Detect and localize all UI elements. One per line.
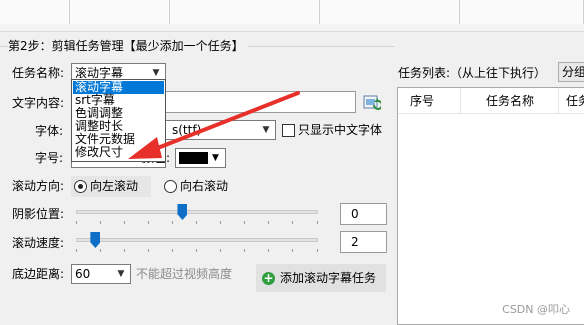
annotation-arrow	[128, 91, 300, 159]
watermark: CSDN @叩心	[502, 303, 570, 316]
